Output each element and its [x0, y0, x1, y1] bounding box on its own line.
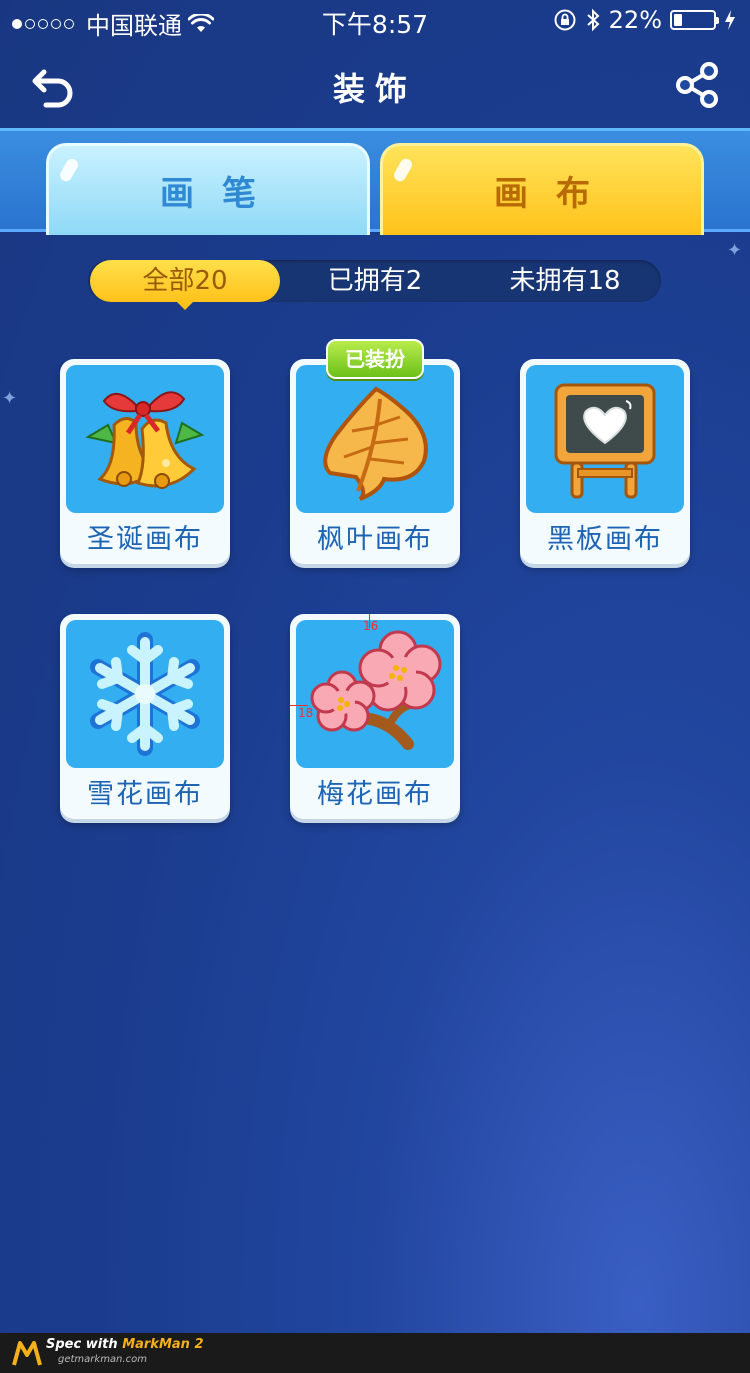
share-icon — [676, 62, 718, 108]
tab-brush[interactable]: 画笔 — [46, 143, 370, 235]
canvas-item-chalkboard[interactable]: 黑板画布 — [520, 359, 690, 564]
status-bar: 中国联通 下午8:57 22% — [0, 0, 750, 42]
star-decoration: ✦ — [727, 240, 743, 261]
battery-percent: 22% — [608, 6, 662, 34]
footer-url[interactable]: getmarkman.com — [58, 1354, 147, 1365]
rotation-lock-icon — [554, 9, 576, 31]
filter-owned[interactable]: 已拥有2 — [280, 260, 470, 302]
share-button[interactable] — [674, 62, 720, 108]
markman-footer: Spec with MarkMan 2 getmarkman.com — [0, 1333, 750, 1373]
charging-icon — [725, 10, 735, 30]
star-decoration: ✦ — [2, 388, 18, 409]
category-tab-strip: 画笔 画布 — [0, 128, 750, 235]
footer-brand: Spec with MarkMan 2 — [46, 1337, 204, 1352]
item-name: 黑板画布 — [547, 524, 663, 555]
tab-canvas-label: 画布 — [494, 174, 618, 214]
equipped-badge: 已装扮 — [326, 339, 424, 379]
item-art — [526, 365, 684, 513]
spec-label-left: 18 — [298, 706, 314, 720]
filter-all[interactable]: 全部20 — [90, 260, 280, 302]
canvas-item-christmas[interactable]: 圣诞画布 — [60, 359, 230, 564]
plum-blossom-icon — [310, 630, 442, 750]
filter-caret — [175, 300, 195, 310]
maple-leaf-icon — [323, 386, 428, 501]
bluetooth-icon — [586, 8, 600, 32]
spec-label-top: 16 — [363, 619, 379, 633]
item-name: 梅花画布 — [317, 779, 433, 810]
tab-brush-label: 画笔 — [160, 174, 284, 214]
markman-logo-icon — [12, 1341, 42, 1366]
item-art — [296, 620, 454, 768]
canvas-item-snowflake[interactable]: 雪花画布 — [60, 614, 230, 819]
item-name: 枫叶画布 — [317, 524, 433, 555]
footer-brand-prefix: Spec with — [46, 1337, 123, 1352]
filter-not-owned[interactable]: 未拥有18 — [470, 260, 660, 302]
item-art — [296, 365, 454, 513]
status-right: 22% — [553, 6, 736, 34]
item-art — [66, 620, 224, 768]
canvas-item-plum-blossom[interactable]: 梅花画布 — [290, 614, 460, 819]
snowflake-icon — [90, 632, 200, 756]
item-name: 雪花画布 — [87, 779, 203, 810]
christmas-bells-icon — [85, 391, 205, 489]
ownership-filter: 全部20 已拥有2 未拥有18 — [88, 260, 661, 310]
navigation-bar: 装饰 — [0, 42, 750, 128]
footer-brand-name: MarkMan 2 — [122, 1337, 204, 1352]
canvas-item-maple[interactable]: 已装扮 枫叶画布 — [290, 339, 460, 564]
battery-icon — [670, 10, 719, 30]
item-name: 圣诞画布 — [87, 524, 203, 555]
item-art — [66, 365, 224, 513]
page-title: 装饰 — [332, 70, 417, 108]
chalkboard-icon — [554, 383, 656, 499]
tab-canvas[interactable]: 画布 — [380, 143, 704, 235]
